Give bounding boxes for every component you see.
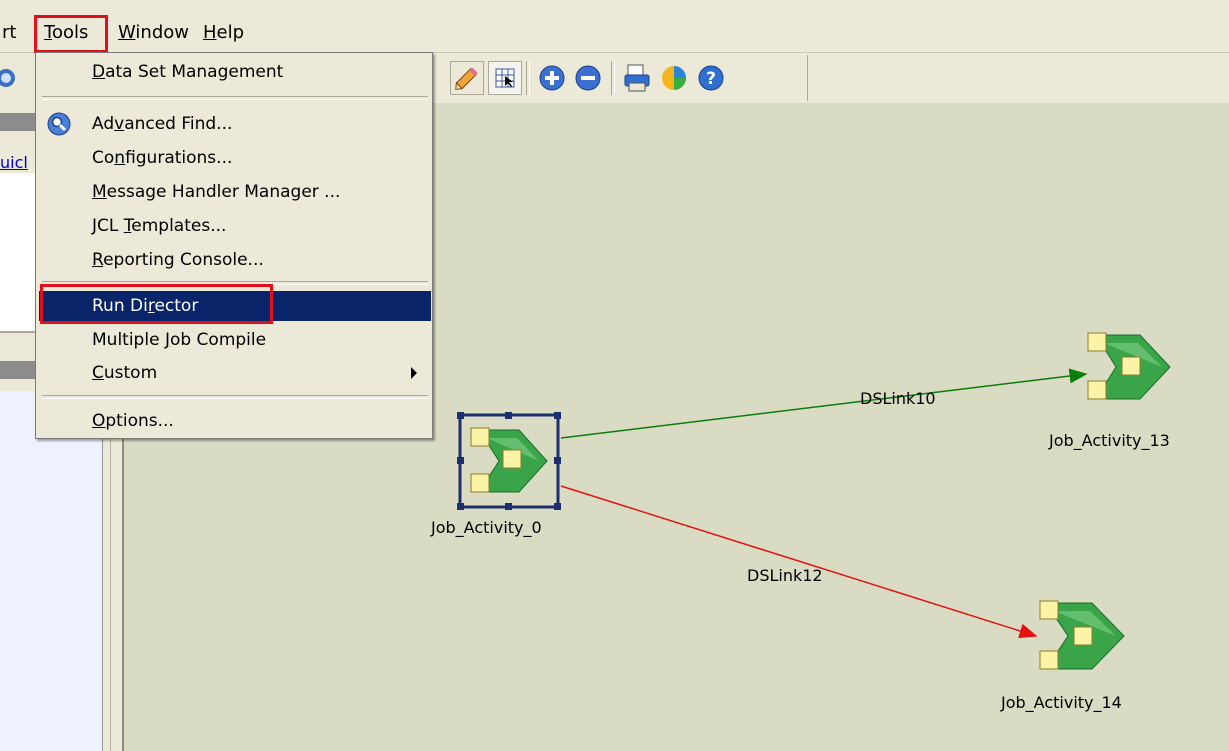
left-panel-header-bar	[0, 113, 35, 131]
quick-link[interactable]: uicl	[0, 153, 28, 172]
advanced-find-icon	[47, 112, 71, 141]
menu-item-options[interactable]: Options...	[39, 406, 431, 436]
zoom-out-icon[interactable]	[571, 61, 605, 95]
tools-highlight-box	[34, 15, 108, 53]
menu-item-custom[interactable]: Custom	[39, 358, 431, 388]
job-activity-node[interactable]	[457, 412, 561, 510]
zoom-in-icon[interactable]	[535, 61, 569, 95]
left-panel-header-bar-2	[0, 361, 35, 379]
menu-partial-item[interactable]: rt	[2, 20, 16, 46]
link-label[interactable]: DSLink12	[747, 566, 823, 585]
toolbar-separator	[611, 61, 615, 95]
menu-item-configurations[interactable]: Configurations...	[39, 143, 431, 173]
pencil-icon[interactable]	[450, 61, 484, 95]
node-label: Job_Activity_0	[431, 518, 542, 537]
menu-item-advanced-find[interactable]: Advanced Find...	[39, 109, 431, 139]
dslink10-line[interactable]	[560, 368, 1088, 439]
report-pie-icon[interactable]	[657, 61, 691, 95]
link-label[interactable]: DSLink10	[860, 389, 936, 408]
node-label: Job_Activity_13	[1049, 431, 1170, 450]
job-activity-node[interactable]	[1032, 593, 1128, 679]
left-panel-lower-area[interactable]	[0, 391, 103, 751]
job-activity-node[interactable]	[1084, 325, 1174, 409]
menu-item-multiple-job-compile[interactable]: Multiple Job Compile	[39, 325, 431, 355]
menu-separator	[42, 96, 428, 100]
snap-grid-icon[interactable]	[488, 61, 522, 95]
run-director-highlight-box	[40, 284, 273, 324]
menu-item-data-set-management[interactable]: Data Set Management	[39, 57, 431, 87]
menu-window[interactable]: Window	[118, 20, 189, 46]
help-icon[interactable]: ?	[694, 61, 728, 95]
submenu-arrow-icon	[411, 367, 417, 379]
node-label: Job_Activity_14	[1001, 693, 1122, 712]
toolbar-end-divider	[807, 55, 808, 101]
toolbar-separator	[526, 61, 530, 95]
menu-bar: rt Tools Window Help	[0, 0, 1229, 53]
menu-item-reporting-console[interactable]: Reporting Console...	[39, 245, 431, 275]
dslink12-line[interactable]	[560, 485, 1038, 639]
find-icon[interactable]	[0, 65, 22, 91]
menu-item-message-handler-manager[interactable]: Message Handler Manager ...	[39, 177, 431, 207]
tools-dropdown-menu: Data Set Management Advanced Find... Con…	[35, 52, 433, 439]
print-icon[interactable]	[620, 61, 654, 95]
svg-text:?: ?	[706, 69, 716, 89]
menu-separator	[42, 395, 428, 399]
menu-help[interactable]: Help	[203, 20, 244, 46]
toolbar: ?	[433, 53, 1229, 103]
menu-item-jcl-templates[interactable]: JCL Templates...	[39, 211, 431, 241]
